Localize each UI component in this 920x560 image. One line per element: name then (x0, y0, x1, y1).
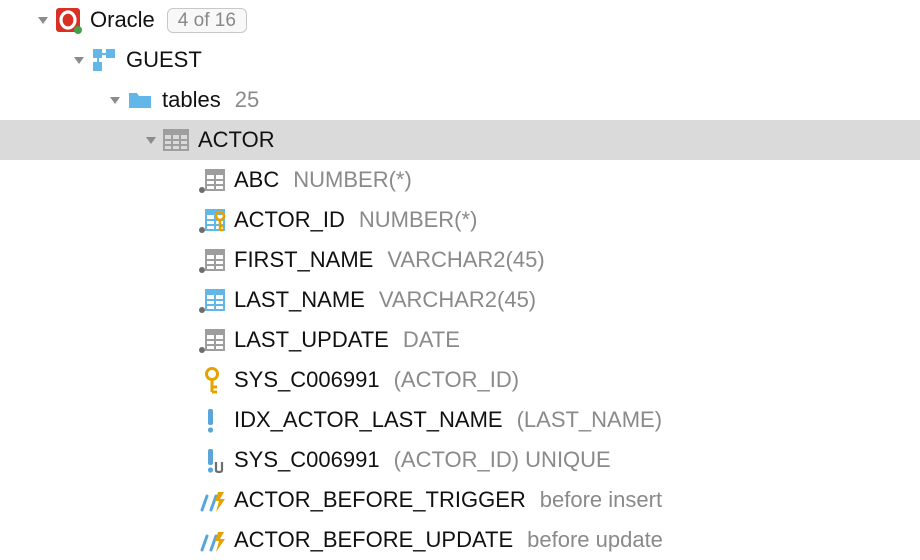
child-label: FIRST_NAME (234, 249, 373, 271)
table-child-row[interactable]: ABC NUMBER(*) (0, 160, 920, 200)
column-blue-icon (198, 286, 226, 314)
column-dot-icon (198, 326, 226, 354)
table-child-row[interactable]: ACTOR_ID NUMBER(*) (0, 200, 920, 240)
child-label: SYS_C006991 (234, 449, 380, 471)
table-row[interactable]: ACTOR (0, 120, 920, 160)
expand-arrow-icon[interactable] (68, 53, 90, 67)
child-meta: DATE (403, 329, 460, 351)
column-key-icon (198, 206, 226, 234)
index-icon (198, 406, 226, 434)
oracle-icon (54, 6, 82, 34)
tables-count: 25 (235, 89, 259, 111)
child-label: ACTOR_ID (234, 209, 345, 231)
child-label: LAST_UPDATE (234, 329, 389, 351)
table-label: ACTOR (198, 129, 275, 151)
child-label: SYS_C006991 (234, 369, 380, 391)
index-unique-icon (198, 446, 226, 474)
key-icon (198, 366, 226, 394)
table-child-row[interactable]: FIRST_NAME VARCHAR2(45) (0, 240, 920, 280)
child-label: ABC (234, 169, 279, 191)
child-label: ACTOR_BEFORE_UPDATE (234, 529, 513, 551)
child-meta: before update (527, 529, 663, 551)
table-icon (162, 126, 190, 154)
table-child-row[interactable]: ACTOR_BEFORE_TRIGGER before insert (0, 480, 920, 520)
child-meta: NUMBER(*) (359, 209, 478, 231)
column-dot-icon (198, 166, 226, 194)
child-label: ACTOR_BEFORE_TRIGGER (234, 489, 526, 511)
connection-count-badge: 4 of 16 (167, 8, 247, 33)
expand-arrow-icon[interactable] (104, 93, 126, 107)
child-meta: VARCHAR2(45) (387, 249, 544, 271)
table-child-row[interactable]: SYS_C006991 (ACTOR_ID) UNIQUE (0, 440, 920, 480)
db-connection-row[interactable]: Oracle 4 of 16 (0, 0, 920, 40)
child-meta: (ACTOR_ID) (394, 369, 520, 391)
table-child-row[interactable]: LAST_NAME VARCHAR2(45) (0, 280, 920, 320)
child-meta: (ACTOR_ID) UNIQUE (394, 449, 611, 471)
schema-icon (90, 46, 118, 74)
table-child-row[interactable]: IDX_ACTOR_LAST_NAME (LAST_NAME) (0, 400, 920, 440)
child-meta: before insert (540, 489, 662, 511)
child-meta: (LAST_NAME) (517, 409, 662, 431)
folder-icon (126, 86, 154, 114)
schema-label: GUEST (126, 49, 202, 71)
trigger-icon (198, 526, 226, 554)
schema-row[interactable]: GUEST (0, 40, 920, 80)
table-child-row[interactable]: SYS_C006991 (ACTOR_ID) (0, 360, 920, 400)
expand-arrow-icon[interactable] (32, 13, 54, 27)
trigger-icon (198, 486, 226, 514)
child-meta: VARCHAR2(45) (379, 289, 536, 311)
tables-folder-label: tables (162, 89, 221, 111)
table-child-row[interactable]: LAST_UPDATE DATE (0, 320, 920, 360)
child-label: LAST_NAME (234, 289, 365, 311)
db-connection-label: Oracle (90, 9, 155, 31)
table-child-row[interactable]: ACTOR_BEFORE_UPDATE before update (0, 520, 920, 560)
child-meta: NUMBER(*) (293, 169, 412, 191)
expand-arrow-icon[interactable] (140, 133, 162, 147)
tables-folder-row[interactable]: tables 25 (0, 80, 920, 120)
column-dot-icon (198, 246, 226, 274)
child-label: IDX_ACTOR_LAST_NAME (234, 409, 503, 431)
